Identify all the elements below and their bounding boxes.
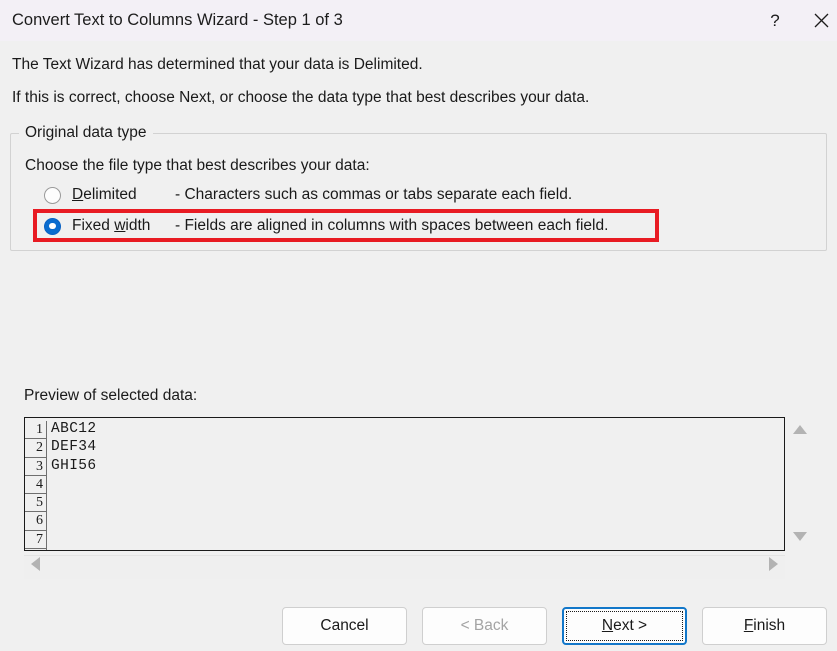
close-icon[interactable] [798, 0, 837, 41]
preview-row-number [25, 549, 47, 550]
radio-option-fixed-width[interactable]: Fixed width [44, 214, 150, 238]
preview-row: 5 [25, 494, 784, 513]
next-button-accel: N [601, 617, 614, 634]
finish-button-label-rest: inish [753, 617, 786, 634]
radio-label-fixed-width-rest: idth [125, 217, 151, 234]
wizard-description-line-1: The Text Wizard has determined that your… [12, 56, 423, 73]
triangle-down-icon[interactable] [793, 532, 807, 541]
preview-row-number: 3 [25, 457, 47, 476]
preview-row-number: 6 [25, 512, 47, 531]
preview-row-text: GHI56 [51, 457, 97, 474]
help-icon[interactable]: ? [752, 0, 798, 41]
radio-description-fixed-width: - Fields are aligned in columns with spa… [175, 217, 609, 234]
next-button[interactable]: Next > [562, 607, 687, 645]
preview-row-number: 2 [25, 439, 47, 458]
radio-accel-delimited: D [72, 186, 84, 203]
triangle-left-icon[interactable] [31, 557, 40, 571]
cancel-button[interactable]: Cancel [282, 607, 407, 645]
preview-row: 6 [25, 512, 784, 531]
radio-label-delimited-rest: elimited [83, 186, 137, 203]
title-bar: Convert Text to Columns Wizard - Step 1 … [0, 0, 837, 41]
finish-button-label: Finish [744, 617, 785, 635]
dialog-title: Convert Text to Columns Wizard - Step 1 … [12, 11, 343, 29]
radio-button-delimited-icon[interactable] [44, 186, 61, 204]
radio-accel-fixed-width: w [114, 217, 126, 234]
preview-label: Preview of selected data: [24, 387, 198, 404]
finish-button[interactable]: Finish [702, 607, 827, 645]
preview-row-list: 1 ABC12 2 DEF34 3 GHI56 4 5 6 7 [25, 421, 784, 550]
radio-description-delimited: - Characters such as commas or tabs sepa… [175, 186, 573, 203]
radio-label-delimited: Delimited [72, 186, 137, 204]
preview-row-number: 1 [25, 421, 47, 440]
next-button-label-rest: ext > [613, 617, 648, 634]
radio-label-fixed-width-pre: Fixed [72, 217, 115, 234]
preview-row: 4 [25, 475, 784, 495]
cancel-button-label: Cancel [320, 617, 369, 634]
radio-label-fixed-width: Fixed width [72, 217, 150, 235]
back-button[interactable]: < Back [422, 607, 547, 645]
preview-row-text: DEF34 [51, 439, 97, 456]
choose-file-type-label: Choose the file type that best describes… [25, 157, 370, 174]
help-icon-glyph: ? [770, 10, 780, 30]
triangle-right-icon[interactable] [769, 557, 778, 571]
preview-pane[interactable]: 1 ABC12 2 DEF34 3 GHI56 4 5 6 7 [24, 417, 785, 551]
triangle-up-icon[interactable] [793, 425, 807, 434]
preview-row-number: 4 [25, 475, 47, 495]
radio-option-delimited[interactable]: Delimited [44, 183, 137, 207]
back-button-label: < Back [460, 617, 509, 634]
preview-row-number: 7 [25, 530, 47, 550]
preview-row-number: 5 [25, 494, 47, 513]
original-data-type-legend: Original data type [19, 124, 153, 142]
next-button-label: Next > [602, 617, 647, 635]
wizard-description-line-2: If this is correct, choose Next, or choo… [12, 89, 590, 106]
preview-row [25, 549, 784, 550]
preview-row-text: ABC12 [51, 421, 97, 437]
radio-button-fixed-width-icon[interactable] [44, 217, 61, 235]
convert-text-to-columns-dialog: Convert Text to Columns Wizard - Step 1 … [0, 0, 837, 651]
horizontal-scrollbar[interactable] [24, 555, 785, 579]
preview-row: 2 DEF34 [25, 439, 784, 458]
preview-row: 7 [25, 530, 784, 550]
finish-button-accel: F [743, 617, 754, 634]
preview-row: 3 GHI56 [25, 457, 784, 476]
preview-row: 1 ABC12 [25, 421, 784, 440]
